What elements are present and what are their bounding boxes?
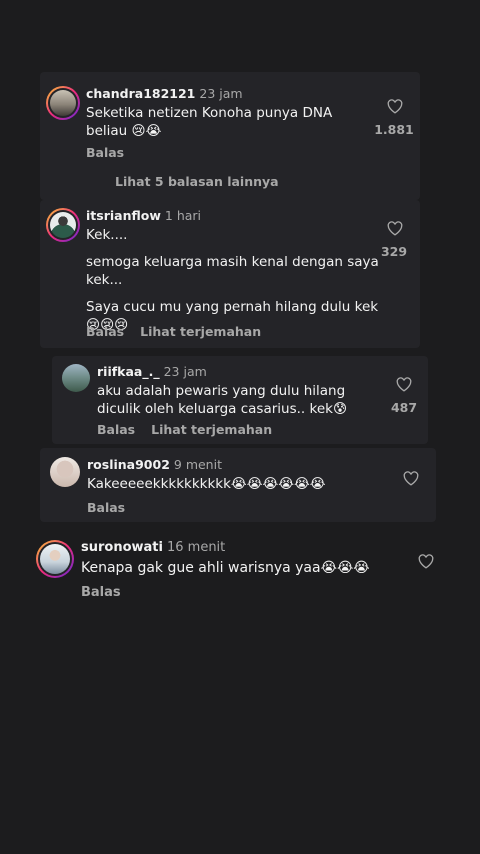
- heart-icon[interactable]: [403, 471, 419, 486]
- timestamp: 23 jam: [199, 86, 243, 101]
- reply-button[interactable]: Balas: [86, 145, 124, 160]
- username[interactable]: roslina9002: [87, 457, 170, 472]
- comment-actions: Balas: [81, 585, 121, 600]
- comment-line: aku adalah pewaris yang dulu hilang: [97, 383, 346, 399]
- heart-icon[interactable]: [418, 554, 434, 569]
- comment-line: Saya cucu mu yang pernah hilang dulu kek: [86, 298, 379, 315]
- username[interactable]: riifkaa_._: [97, 364, 160, 379]
- avatar[interactable]: [46, 86, 80, 120]
- translate-button[interactable]: Lihat terjemahan: [140, 324, 261, 339]
- username[interactable]: itsrianflow: [86, 208, 161, 223]
- translate-button[interactable]: Lihat terjemahan: [151, 422, 272, 437]
- comment-text: aku adalah pewaris yang dulu hilang dicu…: [97, 382, 367, 418]
- username[interactable]: chandra182121: [86, 86, 195, 101]
- comment-line: kek...: [86, 272, 123, 288]
- comment-text: Kek.... semoga keluarga masih kenal deng…: [86, 226, 381, 335]
- comment-text: Kenapa gak gue ahli warisnya yaa😭😭😭: [81, 559, 401, 577]
- reply-button[interactable]: Balas: [86, 324, 124, 339]
- view-more-replies-button[interactable]: Lihat 5 balasan lainnya: [115, 174, 279, 189]
- comment-text: Kakeeeeekkkkkkkkkk😭😭😭😭😭😭: [87, 475, 387, 493]
- username[interactable]: suronowati: [81, 540, 163, 555]
- comment-text: Seketika netizen Konoha punya DNA beliau…: [86, 104, 356, 140]
- timestamp: 16 menit: [166, 540, 226, 555]
- like-count: 329: [380, 244, 408, 259]
- avatar[interactable]: [50, 457, 80, 487]
- avatar[interactable]: [46, 208, 80, 242]
- comment-line: Kenapa gak gue ahli warisnya yaa😭😭😭: [81, 560, 370, 576]
- reply-button[interactable]: Balas: [97, 422, 135, 437]
- avatar[interactable]: [36, 540, 74, 578]
- comment-line: beliau 😢😭: [86, 123, 162, 139]
- comment-actions: Balas Lihat terjemahan: [97, 422, 272, 437]
- comment-header: riifkaa_._ 23 jam: [97, 364, 207, 379]
- timestamp: 9 menit: [173, 457, 222, 472]
- comment-line: Seketika netizen Konoha punya DNA: [86, 105, 333, 121]
- comment-header: chandra182121 23 jam: [86, 86, 243, 101]
- heart-icon[interactable]: [387, 99, 403, 114]
- reply-button[interactable]: Balas: [81, 585, 121, 600]
- comment-actions: Balas Lihat terjemahan: [86, 324, 261, 339]
- comment-line: semoga keluarga masih kenal dengan saya: [86, 253, 379, 270]
- avatar[interactable]: [62, 364, 90, 392]
- timestamp: 1 hari: [164, 208, 202, 223]
- comment-actions: Balas: [87, 500, 125, 515]
- comment-line: Kek....: [86, 227, 128, 243]
- timestamp: 23 jam: [163, 364, 207, 379]
- comment-line: Kakeeeeekkkkkkkkkk😭😭😭😭😭😭: [87, 476, 326, 492]
- like-count: 487: [390, 400, 418, 415]
- comment-header: roslina9002 9 menit: [87, 457, 222, 472]
- comment-header: itsrianflow 1 hari: [86, 208, 201, 223]
- heart-icon[interactable]: [387, 221, 403, 236]
- comment-header: suronowati 16 menit: [81, 540, 225, 555]
- comment-actions: Balas: [86, 145, 124, 160]
- heart-icon[interactable]: [396, 377, 412, 392]
- like-count: 1.881: [374, 122, 414, 137]
- reply-button[interactable]: Balas: [87, 500, 125, 515]
- comment-line: diculik oleh keluarga casarius.. kek😰: [97, 401, 348, 417]
